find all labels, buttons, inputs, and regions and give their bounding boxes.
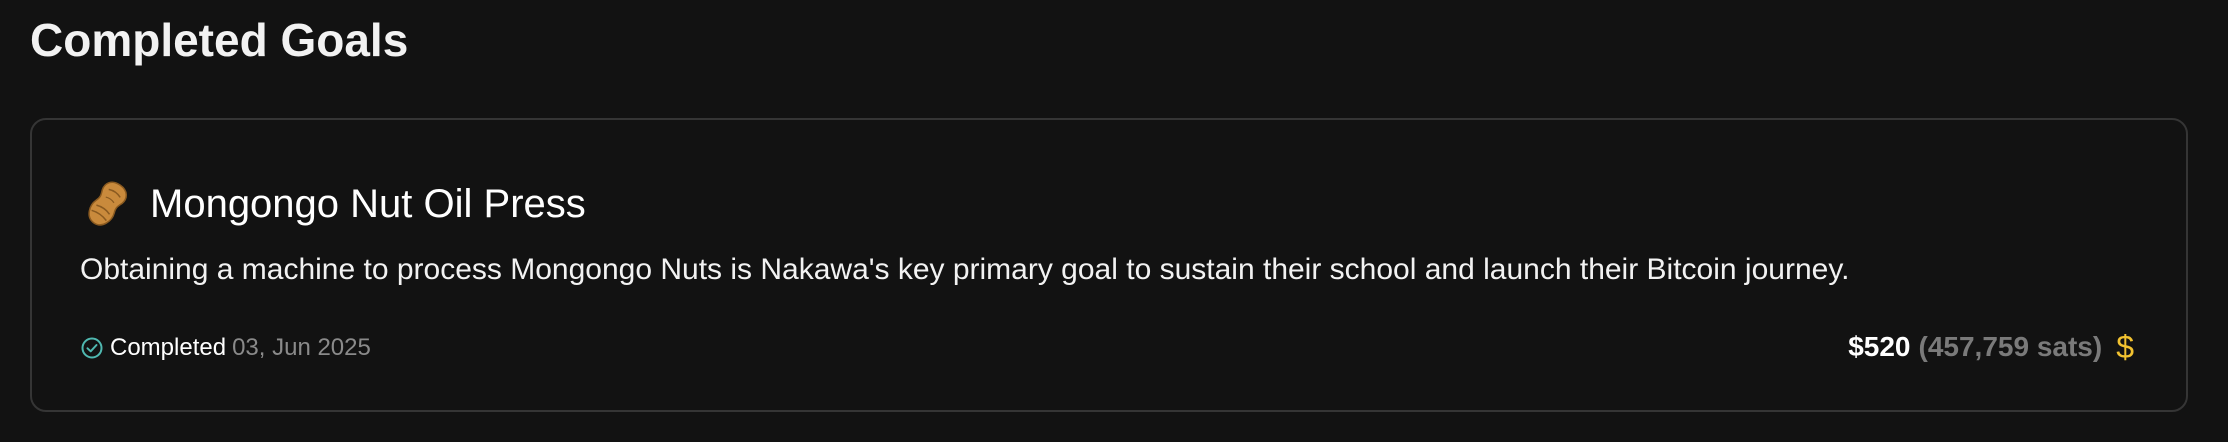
- page-title: Completed Goals: [30, 14, 409, 66]
- dollar-icon: $: [2116, 329, 2134, 365]
- amount-sats: (457,759 sats): [1918, 331, 2103, 362]
- check-circle-icon: [81, 337, 103, 359]
- goal-card[interactable]: Mongongo Nut Oil Press Obtaining a machi…: [30, 118, 2188, 412]
- goal-description: Obtaining a machine to process Mongongo …: [80, 253, 1850, 286]
- goal-header: Mongongo Nut Oil Press: [80, 176, 586, 232]
- goal-status: Completed 03, Jun 2025: [80, 328, 371, 368]
- goal-amount: $520 (457,759 sats) $: [1848, 326, 2134, 368]
- peanut-icon: [88, 181, 128, 226]
- amount-usd: $520: [1848, 331, 1911, 362]
- status-label: Completed: [110, 334, 227, 361]
- status-date: 03, Jun 2025: [232, 334, 371, 361]
- goal-title: Mongongo Nut Oil Press: [150, 182, 586, 226]
